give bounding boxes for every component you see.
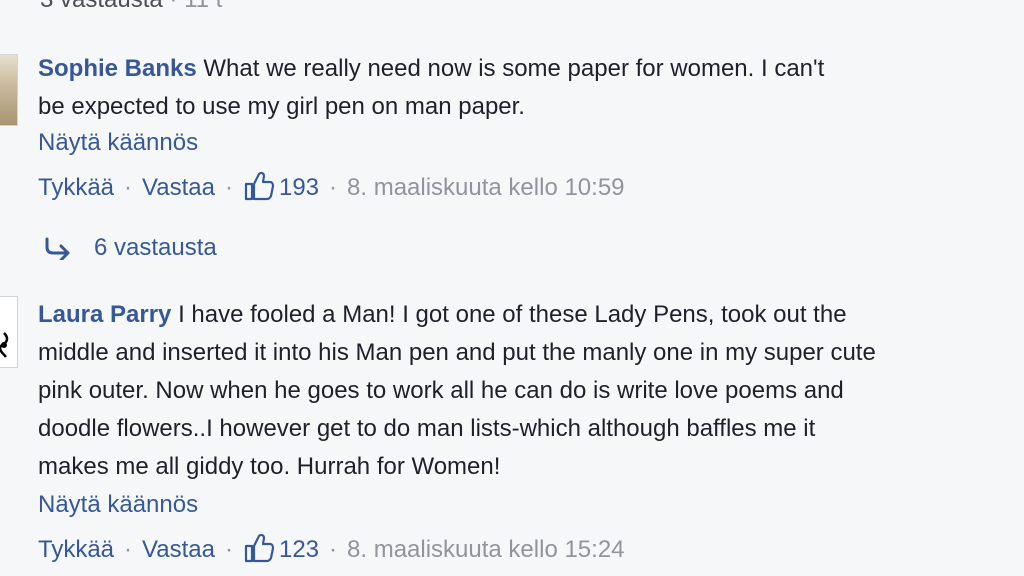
comment-text-line: pink outer. Now when he goes to work all… <box>38 377 844 404</box>
comment-text-line: What we really need now is some paper fo… <box>203 55 825 82</box>
thumbs-up-icon[interactable] <box>243 170 275 202</box>
view-replies-label[interactable]: 6 vastausta <box>94 234 217 262</box>
comment-body: Laura Parry I have fooled a Man! I got o… <box>38 296 1024 486</box>
comment-text-line: makes me all giddy too. Hurrah for Women… <box>38 453 501 480</box>
comment-timestamp[interactable]: 8. maaliskuuta kello 10:59 <box>347 174 625 202</box>
reply-link[interactable]: Vastaa <box>142 536 215 564</box>
avatar-figure <box>0 332 9 358</box>
comment-text-line: I have fooled a Man! I got one of these … <box>178 301 847 328</box>
comment-text-line: middle and inserted it into his Man pen … <box>38 339 876 366</box>
like-count[interactable]: 193 <box>279 174 319 202</box>
separator-dot: · <box>124 536 133 563</box>
comment-author[interactable]: Sophie Banks <box>38 55 197 82</box>
comment-author[interactable]: Laura Parry <box>38 301 171 328</box>
comment-actions: Tykkää · Vastaa · 193 · 8. maaliskuuta k… <box>38 171 625 202</box>
like-count[interactable]: 123 <box>279 536 319 564</box>
separator-dot: · <box>329 536 338 563</box>
top-replies-meta: · 11 t <box>169 0 222 13</box>
see-translation-link[interactable]: Näytä käännös <box>38 491 198 519</box>
avatar[interactable] <box>0 54 18 126</box>
comment-text-line: doodle flowers..I however get to do man … <box>38 415 816 442</box>
separator-dot: · <box>124 174 133 201</box>
reply-arrow-icon <box>45 237 70 260</box>
avatar[interactable] <box>0 296 18 368</box>
comment-body: Sophie Banks What we really need now is … <box>38 50 1024 126</box>
reply-link[interactable]: Vastaa <box>142 174 215 202</box>
comment-thread: 3 vastausta · 11 t Sophie Banks What we … <box>0 0 1024 576</box>
comment-text-line: be expected to use my girl pen on man pa… <box>38 93 525 120</box>
separator-dot: · <box>224 174 233 201</box>
like-link[interactable]: Tykkää <box>38 536 114 564</box>
top-replies-row[interactable]: 3 vastausta · 11 t <box>40 0 222 14</box>
comment-timestamp[interactable]: 8. maaliskuuta kello 15:24 <box>347 536 625 564</box>
separator-dot: · <box>224 536 233 563</box>
like-link[interactable]: Tykkää <box>38 174 114 202</box>
view-replies-link[interactable]: 6 vastausta <box>44 234 217 262</box>
separator-dot: · <box>329 174 338 201</box>
top-replies-label[interactable]: 3 vastausta <box>40 0 163 13</box>
see-translation-link[interactable]: Näytä käännös <box>38 129 198 157</box>
thumbs-up-icon[interactable] <box>243 532 275 564</box>
comment-actions: Tykkää · Vastaa · 123 · 8. maaliskuuta k… <box>38 533 625 564</box>
